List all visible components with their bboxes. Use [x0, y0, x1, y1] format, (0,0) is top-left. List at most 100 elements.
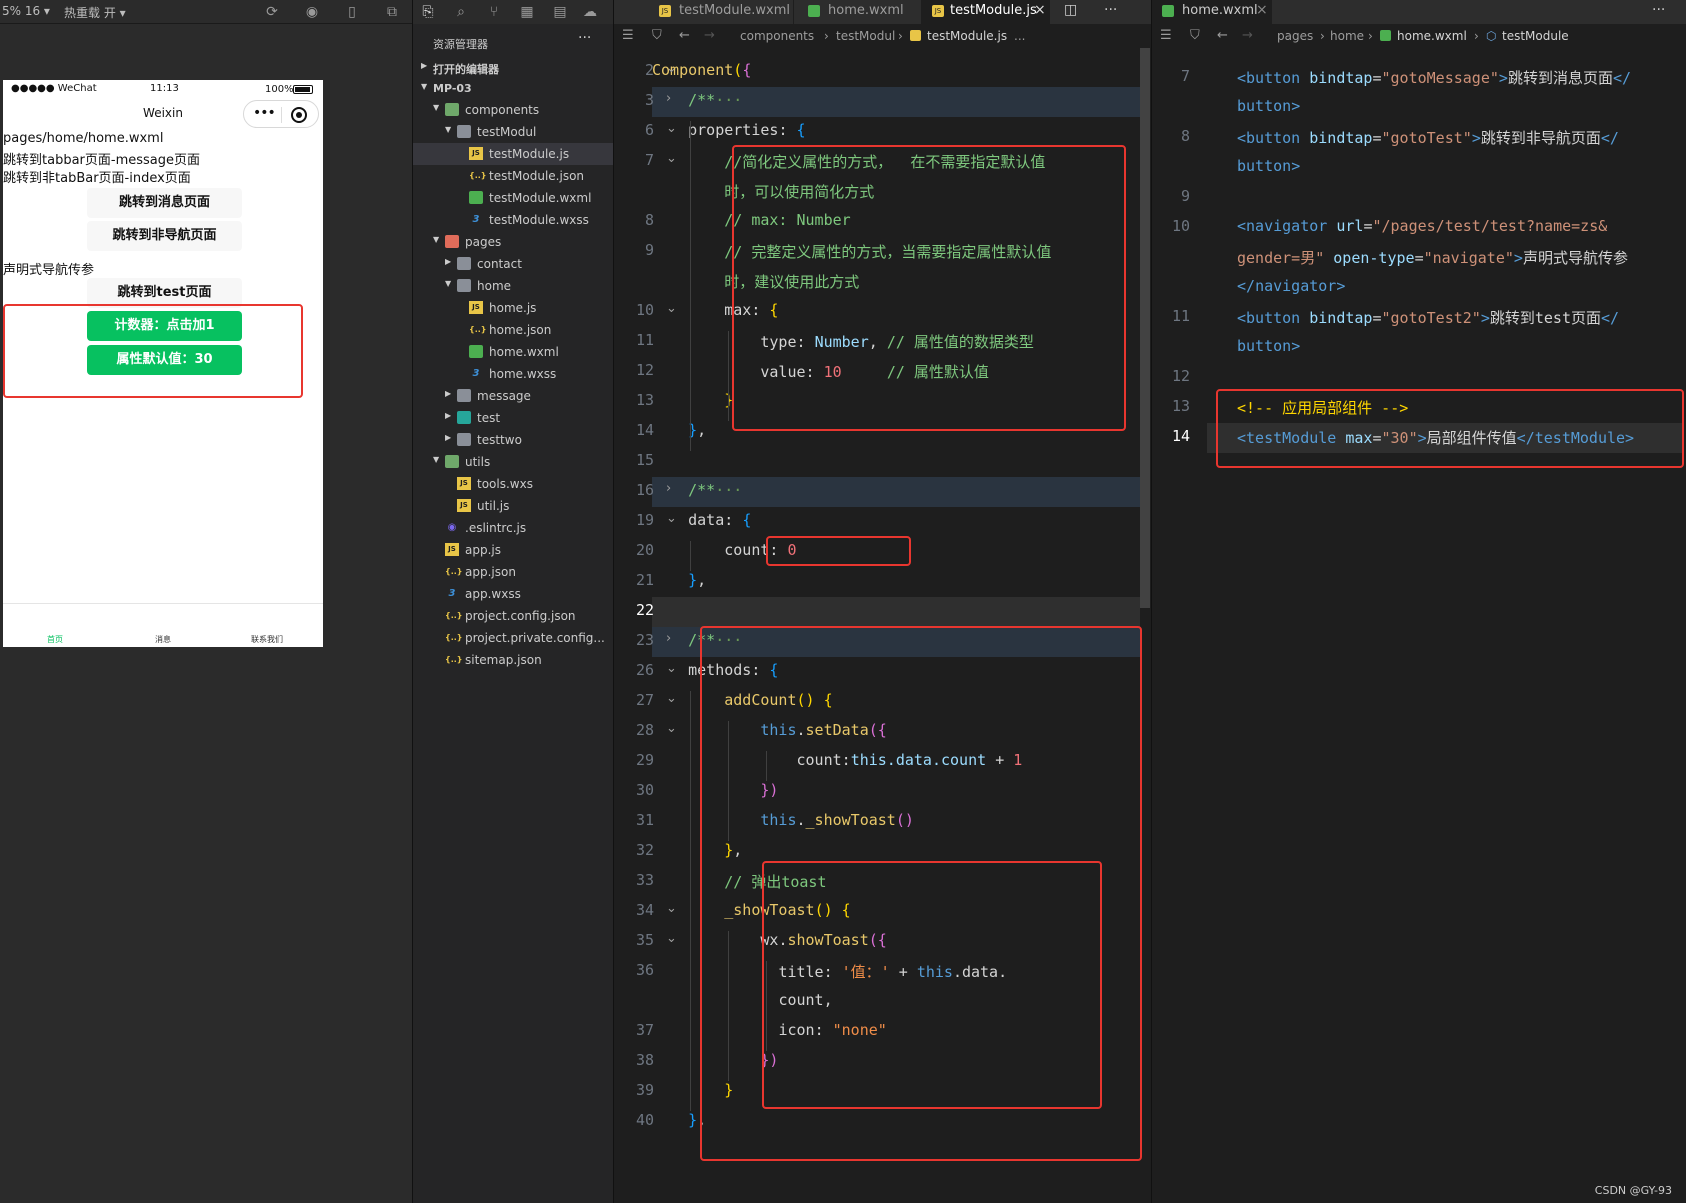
- forward-icon[interactable]: →: [1242, 28, 1253, 43]
- tree-item-project-config-json[interactable]: {..} project.config.json: [413, 605, 614, 627]
- js-file-icon: JS: [445, 543, 459, 556]
- extensions-icon[interactable]: ▦: [518, 3, 536, 21]
- tree-item-label: home.json: [489, 323, 552, 337]
- fold-collapsed-icon[interactable]: ›: [666, 91, 671, 106]
- fold-expanded-icon[interactable]: ⌄: [666, 511, 677, 526]
- tree-item-app-js[interactable]: JS app.js: [413, 539, 614, 561]
- tab-message[interactable]: 消息: [155, 634, 171, 645]
- bookmark-icon[interactable]: ⛉: [652, 28, 662, 43]
- tab-home-wxml[interactable]: home.wxml: [794, 0, 922, 24]
- tree-item-sitemap-json[interactable]: {..} sitemap.json: [413, 649, 614, 671]
- tree-item-home-js[interactable]: JS home.js: [413, 297, 614, 319]
- tree-item-components[interactable]: ▼ components: [413, 99, 614, 121]
- fold-expanded-icon[interactable]: ⌄: [666, 721, 677, 736]
- stop-icon[interactable]: ◉: [303, 3, 321, 21]
- crumb-home[interactable]: home: [1330, 29, 1364, 43]
- scrollbar-thumb[interactable]: [1140, 48, 1150, 608]
- crumb-components[interactable]: components: [740, 29, 814, 43]
- tree-item-app-json[interactable]: {..} app.json: [413, 561, 614, 583]
- tree-item-testmodule-wxml[interactable]: testModule.wxml: [413, 187, 614, 209]
- tree-item-utils[interactable]: ▼ utils: [413, 451, 614, 473]
- navigator-link[interactable]: 声明式导航传参: [3, 259, 94, 278]
- back-icon[interactable]: ←: [1217, 28, 1228, 43]
- forward-icon[interactable]: →: [704, 28, 715, 43]
- crumb-symbol[interactable]: testModule: [1502, 29, 1569, 43]
- goto-message-button[interactable]: 跳转到消息页面: [87, 188, 242, 218]
- hot-reload-toggle[interactable]: 热重载 开 ▾: [64, 4, 126, 21]
- source-control-icon[interactable]: ⑂: [485, 3, 503, 21]
- tree-item-testmodule-wxss[interactable]: 3 testModule.wxss: [413, 209, 614, 231]
- fold-expanded-icon[interactable]: ⌄: [666, 901, 677, 916]
- line-number: 13: [635, 391, 654, 409]
- tree-item-contact[interactable]: ▶ contact: [413, 253, 614, 275]
- phone-icon[interactable]: ▯: [343, 3, 361, 21]
- tree-item-app-wxss[interactable]: 3 app.wxss: [413, 583, 614, 605]
- tree-item-message[interactable]: ▶ message: [413, 385, 614, 407]
- fold-expanded-icon[interactable]: ⌄: [666, 691, 677, 706]
- tree-item-testmodul[interactable]: ▼ testModul: [413, 121, 614, 143]
- carrier-text: ●●●●● WeChat: [11, 83, 97, 94]
- tree-item-home-json[interactable]: {..} home.json: [413, 319, 614, 341]
- list-icon[interactable]: ☰: [1160, 28, 1172, 43]
- bookmark-icon[interactable]: ⛉: [1190, 28, 1200, 43]
- split-editor-icon[interactable]: ◫: [1064, 2, 1077, 18]
- tree-item-testtwo[interactable]: ▶ testtwo: [413, 429, 614, 451]
- tab-testmodule-js[interactable]: JS testModule.js ×: [922, 0, 1050, 24]
- tab-contact[interactable]: 联系我们: [251, 634, 283, 645]
- tree-item-home-wxml[interactable]: home.wxml: [413, 341, 614, 363]
- tab-home-wxml-2[interactable]: home.wxml ×: [1152, 0, 1272, 24]
- close-tab-icon[interactable]: ×: [1034, 2, 1046, 18]
- tree-item-home[interactable]: ▼ home: [413, 275, 614, 297]
- close-tab-icon[interactable]: ×: [1256, 2, 1268, 18]
- fold-expanded-icon[interactable]: ⌄: [666, 151, 677, 166]
- crumb-more[interactable]: ...: [1014, 29, 1025, 43]
- window-icon[interactable]: ⧉: [383, 3, 401, 21]
- tree-item-pages[interactable]: ▼ pages: [413, 231, 614, 253]
- line-number: 9: [1180, 187, 1190, 205]
- capsule-menu[interactable]: •••: [243, 100, 319, 128]
- more-actions-icon[interactable]: ···: [1104, 2, 1117, 18]
- fold-expanded-icon[interactable]: ⌄: [666, 121, 677, 136]
- capsule-divider: [281, 107, 282, 123]
- tree-item-util-js[interactable]: JS util.js: [413, 495, 614, 517]
- phone-screen: ●●●●● WeChat 11:13 100% Weixin ••• pages…: [3, 80, 323, 647]
- fold-expanded-icon[interactable]: ⌄: [666, 301, 677, 316]
- tree-item-project-private-config-[interactable]: {..} project.private.config...: [413, 627, 614, 649]
- tree-item-testmodule-json[interactable]: {..} testModule.json: [413, 165, 614, 187]
- fold-expanded-icon[interactable]: ⌄: [666, 931, 677, 946]
- list-icon[interactable]: ☰: [622, 28, 634, 43]
- fold-expanded-icon[interactable]: ⌄: [666, 661, 677, 676]
- tab-home[interactable]: 首页: [47, 634, 63, 645]
- crumb-testmodul[interactable]: testModul: [836, 29, 895, 43]
- tree-item-tools-wxs[interactable]: JS tools.wxs: [413, 473, 614, 495]
- crumb-pages[interactable]: pages: [1277, 29, 1313, 43]
- goto-nonnav-button[interactable]: 跳转到非导航页面: [87, 221, 242, 251]
- more-actions-icon[interactable]: ···: [1652, 2, 1665, 18]
- open-editors-section[interactable]: ▶ 打开的编辑器: [413, 57, 614, 79]
- project-root[interactable]: ▼ MP-03: [413, 78, 614, 100]
- tree-item-home-wxss[interactable]: 3 home.wxss: [413, 363, 614, 385]
- fold-collapsed-icon[interactable]: ›: [666, 481, 671, 496]
- tree-item-test[interactable]: ▶ test: [413, 407, 614, 429]
- search-icon[interactable]: ⌕: [452, 3, 470, 21]
- tree-item--eslintrc-js[interactable]: ◉ .eslintrc.js: [413, 517, 614, 539]
- layout-icon[interactable]: ▤: [551, 3, 569, 21]
- tree-item-label: home.wxss: [489, 367, 557, 381]
- line-number: 31: [635, 811, 654, 829]
- files-icon[interactable]: ⎘: [419, 3, 437, 21]
- refresh-icon[interactable]: ⟳: [263, 3, 281, 21]
- tree-item-testmodule-js[interactable]: JS testModule.js: [413, 143, 614, 165]
- crumb-file[interactable]: testModule.js: [927, 29, 1007, 43]
- fold-expanded-icon[interactable]: ⌄: [666, 61, 677, 76]
- fold-collapsed-icon[interactable]: ›: [666, 631, 671, 646]
- chevron-right-icon: ▶: [445, 411, 452, 420]
- more-icon[interactable]: •••: [253, 105, 276, 121]
- zoom-select[interactable]: 5% 16 ▾: [2, 4, 50, 18]
- tree-item-label: home.wxml: [489, 345, 559, 359]
- close-target-icon[interactable]: [291, 107, 307, 123]
- crumb-file[interactable]: home.wxml: [1397, 29, 1467, 43]
- tab-testmodule-wxml[interactable]: JS testModule.wxml: [639, 0, 794, 24]
- explorer-more-icon[interactable]: ···: [578, 30, 591, 46]
- back-icon[interactable]: ←: [679, 28, 690, 43]
- docker-icon[interactable]: ☁: [581, 3, 599, 21]
